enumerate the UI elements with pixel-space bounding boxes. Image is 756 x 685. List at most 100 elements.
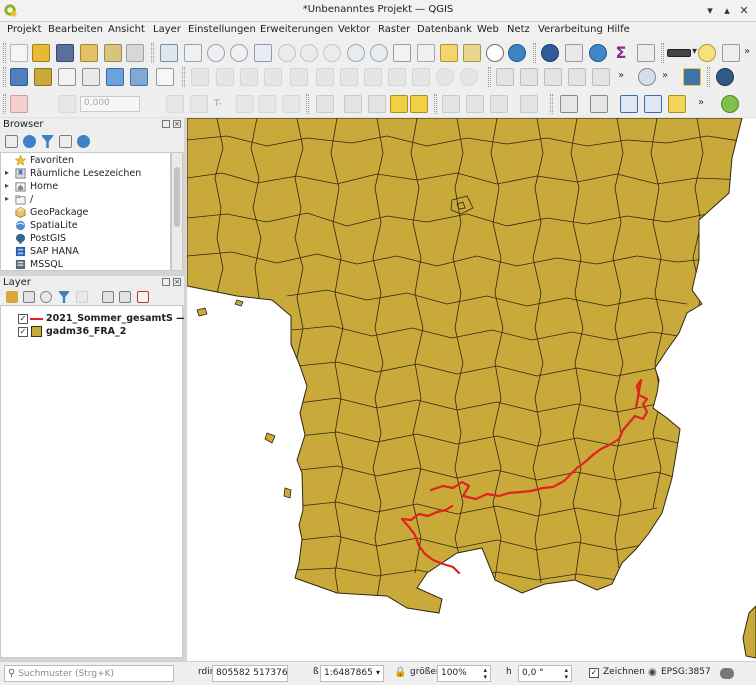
select-features-icon[interactable] [316, 95, 334, 113]
layer-visibility-checkbox[interactable]: ✓ [18, 314, 28, 324]
add-group-icon[interactable] [23, 291, 35, 303]
text-plus-icon[interactable] [236, 95, 254, 113]
plugin-info-icon[interactable] [716, 68, 734, 86]
identify-features-icon[interactable] [541, 44, 559, 62]
expand-arrow-icon[interactable]: ▸ [5, 181, 9, 190]
scale-dropdown-icon[interactable]: ▾ [376, 668, 380, 677]
browser-tree[interactable]: Favoriten ▸ Räumliche Lesezeichen ▸ Home… [0, 152, 171, 271]
digitize-icon[interactable] [264, 68, 282, 86]
move-label-icon[interactable] [568, 68, 586, 86]
toolbar-overflow-icon[interactable]: » [662, 70, 668, 81]
redo-icon[interactable] [460, 68, 478, 86]
circle-digitize-icon[interactable] [466, 95, 484, 113]
python-console-icon[interactable] [683, 68, 701, 86]
show-bookmarks-icon[interactable] [463, 44, 481, 62]
render-checkbox[interactable]: ✓ [589, 668, 599, 678]
temporal-controller-icon[interactable] [486, 44, 504, 62]
modify-attributes-icon[interactable] [316, 68, 334, 86]
coordinate-field[interactable]: 805582 5173763 [212, 665, 288, 682]
digitize-vertex-icon[interactable] [620, 95, 638, 113]
open-project-icon[interactable] [32, 44, 50, 62]
expand-arrow-icon[interactable]: ▸ [5, 194, 9, 203]
style-layer-icon[interactable] [6, 291, 18, 303]
offset-curve-icon[interactable] [58, 95, 76, 113]
spin-arrows-icon[interactable]: ▴ ▾ [483, 667, 487, 681]
label-settings-icon[interactable] [560, 95, 578, 113]
save-project-icon[interactable] [56, 44, 74, 62]
enable-properties-icon[interactable] [77, 135, 90, 148]
rotate-label-icon[interactable] [592, 68, 610, 86]
toolbar-grip[interactable] [306, 94, 309, 114]
refresh-icon[interactable] [508, 44, 526, 62]
layout-manager-icon[interactable] [104, 44, 122, 62]
manage-visibility-icon[interactable] [40, 291, 52, 303]
maximize-icon[interactable]: ▴ [720, 4, 734, 18]
zoom-in-icon[interactable] [207, 44, 225, 62]
split-features-icon[interactable] [282, 95, 300, 113]
lock-scale-icon[interactable]: 🔒 [394, 667, 406, 678]
diagram-settings-icon[interactable] [590, 95, 608, 113]
shape-digitize-icon[interactable] [442, 95, 460, 113]
magnifier-field[interactable]: 100% ▴ ▾ [437, 665, 491, 682]
filter-legend-icon[interactable] [58, 291, 70, 303]
locator-search-icon[interactable] [721, 95, 739, 113]
rotation-field[interactable]: 0,0 ° ▴ ▾ [518, 665, 572, 682]
menu-datenbank[interactable]: Datenbank [417, 24, 472, 35]
select-by-value-icon[interactable] [344, 95, 362, 113]
expand-arrow-icon[interactable]: ▸ [5, 168, 9, 177]
map-tips-icon[interactable] [698, 44, 716, 62]
refresh-browser-icon[interactable] [23, 135, 36, 148]
measure-line-icon[interactable] [667, 49, 691, 57]
menu-einstellungen[interactable]: Einstellungen [188, 24, 256, 35]
collapse-all-icon[interactable] [59, 135, 72, 148]
undo-icon[interactable] [436, 68, 454, 86]
layer-visibility-checkbox[interactable]: ✓ [18, 327, 28, 337]
open-attribute-table-icon[interactable] [565, 44, 583, 62]
toolbar-grip[interactable] [3, 43, 6, 63]
add-virtual-layer-icon[interactable] [156, 68, 174, 86]
toolbar-grip[interactable] [3, 94, 6, 114]
new-map-view-icon[interactable] [393, 44, 411, 62]
toolbar-grip[interactable] [151, 43, 154, 63]
add-mesh-layer-icon[interactable] [130, 68, 148, 86]
zoom-next-icon[interactable] [370, 44, 388, 62]
crs-globe-icon[interactable]: ◉ [648, 667, 657, 678]
toolbar-overflow-icon[interactable]: » [698, 97, 704, 108]
new-geopackage-layer-icon[interactable] [34, 68, 52, 86]
layer-item-gadm[interactable]: ✓ gadm36_FRA_2 [1, 325, 184, 339]
toggle-editing-icon[interactable] [216, 68, 234, 86]
pan-map-icon[interactable] [160, 44, 178, 62]
pin-labels-icon[interactable] [520, 68, 538, 86]
save-layer-edits-icon[interactable] [240, 68, 258, 86]
close-panel-icon[interactable]: × [173, 120, 181, 128]
float-panel-icon[interactable] [162, 278, 170, 286]
select-all-icon[interactable] [410, 95, 428, 113]
toolbar-overflow-icon[interactable]: » [618, 70, 624, 81]
new-3d-map-view-icon[interactable] [417, 44, 435, 62]
toolbar-grip[interactable] [661, 43, 664, 63]
menu-web[interactable]: Web [477, 24, 499, 35]
add-vector-layer-icon[interactable] [58, 68, 76, 86]
crs-button[interactable]: EPSG:3857 [661, 667, 711, 677]
locator-search-input[interactable]: ⚲ Suchmuster (Strg+K) [4, 665, 174, 682]
float-panel-icon[interactable] [162, 120, 170, 128]
menu-ansicht[interactable]: Ansicht [108, 24, 145, 35]
current-edits-icon[interactable] [191, 68, 209, 86]
collapse-all-icon[interactable] [119, 291, 131, 303]
simplify-icon[interactable] [258, 95, 276, 113]
expand-all-icon[interactable] [102, 291, 114, 303]
menu-erweiterungen[interactable]: Erweiterungen [260, 24, 333, 35]
remove-layer-icon[interactable] [137, 291, 149, 303]
label-tool-icon[interactable] [496, 68, 514, 86]
style-manager-icon[interactable] [126, 44, 144, 62]
menu-hilfe[interactable]: Hilfe [607, 24, 630, 35]
scale-field[interactable]: 1:6487865 ▾ [320, 665, 384, 682]
text-minus-icon[interactable]: T- [214, 95, 232, 113]
spin-arrows-icon[interactable]: ▴ ▾ [564, 667, 568, 681]
toolbar-grip[interactable] [533, 43, 536, 63]
text-annotation-icon[interactable] [722, 44, 740, 62]
zoom-native-icon[interactable] [323, 44, 341, 62]
menu-layer[interactable]: Layer [153, 24, 181, 35]
toolbar-overflow-icon[interactable]: » [744, 46, 750, 57]
toolbar-grip[interactable] [434, 94, 437, 114]
